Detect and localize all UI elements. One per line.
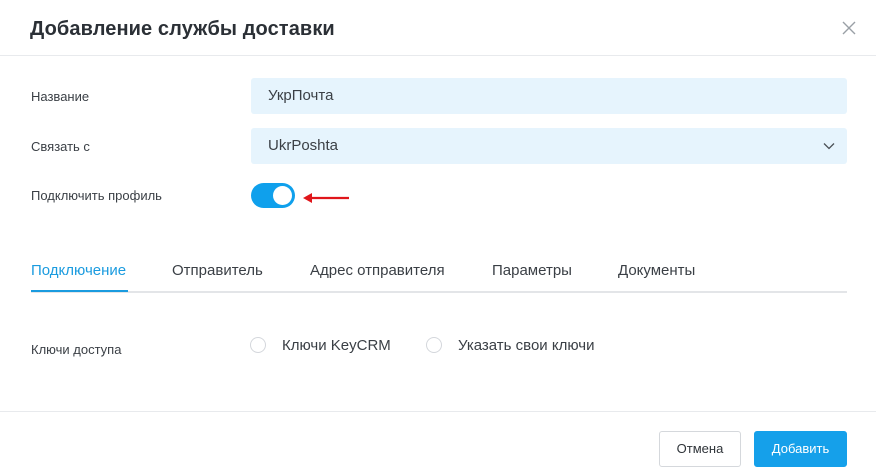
- connect-profile-toggle[interactable]: [251, 183, 295, 208]
- radio-keycrm-keys[interactable]: [250, 337, 266, 353]
- name-label: Название: [31, 89, 90, 104]
- modal-title: Добавление службы доставки: [30, 18, 335, 40]
- modal-footer: Отмена Добавить: [0, 411, 876, 476]
- chevron-down-icon: [823, 143, 835, 150]
- link-select[interactable]: UkrPoshta: [251, 128, 847, 164]
- name-input[interactable]: УкрПочта: [251, 78, 847, 114]
- tab-sender-address[interactable]: Адрес отправителя: [310, 262, 445, 279]
- modal-header: Добавление службы доставки: [0, 0, 876, 56]
- close-icon[interactable]: [842, 21, 856, 35]
- toggle-knob: [273, 186, 292, 205]
- link-label: Связать с: [31, 139, 90, 154]
- tab-connection[interactable]: Подключение: [31, 262, 126, 279]
- cancel-button[interactable]: Отмена: [659, 431, 741, 467]
- link-select-value: UkrPoshta: [268, 137, 339, 154]
- radio-keycrm-keys-label[interactable]: Ключи KeyCRM: [282, 337, 391, 354]
- add-button[interactable]: Добавить: [754, 431, 847, 467]
- tab-documents[interactable]: Документы: [618, 262, 695, 279]
- annotation-arrow-icon: [303, 193, 349, 203]
- connect-profile-label: Подключить профиль: [31, 188, 162, 203]
- radio-own-keys[interactable]: [426, 337, 442, 353]
- add-delivery-service-modal: Добавление службы доставки Название УкрП…: [0, 0, 876, 476]
- tab-parameters[interactable]: Параметры: [492, 262, 572, 279]
- access-keys-label: Ключи доступа: [31, 342, 122, 357]
- tabs-bar: Подключение Отправитель Адрес отправител…: [31, 262, 847, 293]
- tab-sender[interactable]: Отправитель: [172, 262, 263, 279]
- radio-own-keys-label[interactable]: Указать свои ключи: [458, 337, 594, 354]
- active-tab-indicator: [31, 290, 128, 292]
